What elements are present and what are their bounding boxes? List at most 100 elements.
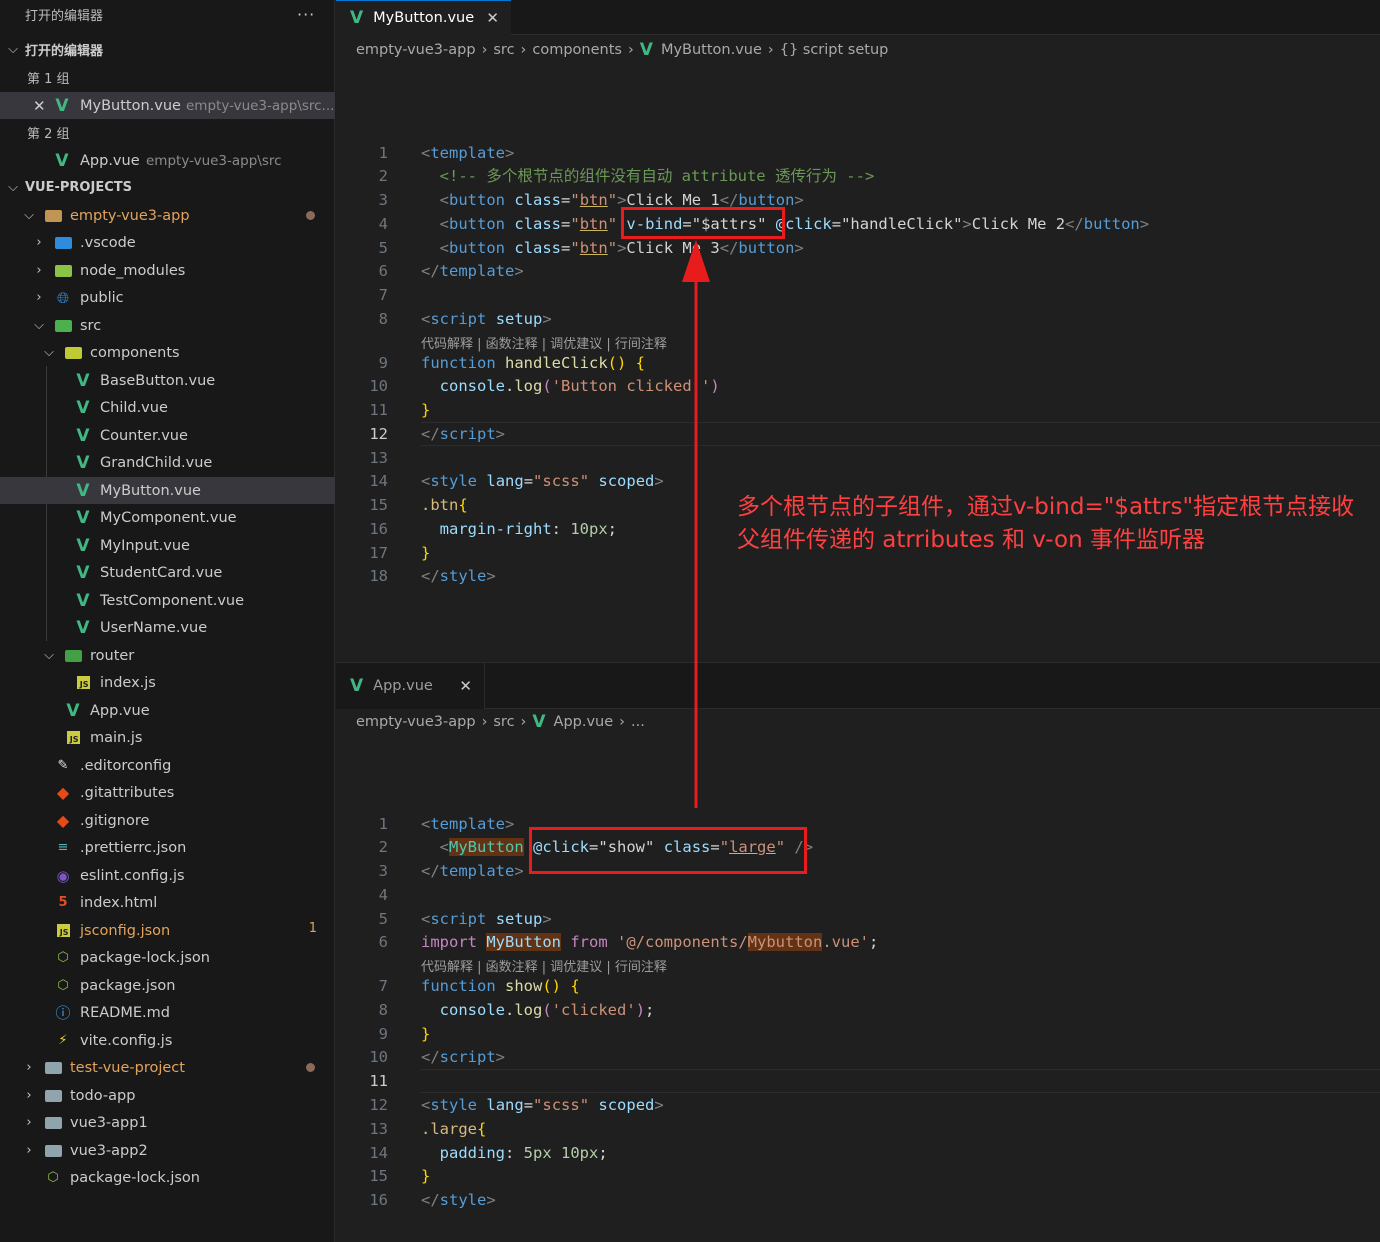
tree-file-eslint[interactable]: ◉ eslint.config.js xyxy=(0,862,335,889)
vue-projects-header[interactable]: ⌵ VUE-PROJECTS xyxy=(0,174,335,201)
breadcrumb-item[interactable]: App.vue xyxy=(554,714,614,730)
tree-folder-components[interactable]: ⌵ components xyxy=(0,339,335,366)
tree-file-mybutton[interactable]: V MyButton.vue xyxy=(0,477,335,504)
code-text: </style> xyxy=(421,567,496,585)
code-line[interactable]: 12 <style lang="scss" scoped> xyxy=(336,1093,1380,1117)
code-line[interactable]: 2 <MyButton @click="show" class="large" … xyxy=(336,835,1380,859)
close-icon[interactable]: ✕ xyxy=(459,677,472,695)
code-line[interactable]: 2 <!-- 多个根节点的组件没有自动 attribute 透传行为 --> xyxy=(336,164,1380,188)
code-line[interactable]: 6 </template> xyxy=(336,259,1380,283)
tree-label: .vscode xyxy=(80,234,136,251)
code-line[interactable]: 10 console.log('Button clicked!') xyxy=(336,374,1380,398)
tree-folder-router[interactable]: ⌵ router xyxy=(0,642,335,669)
tree-label: TestComponent.vue xyxy=(100,592,245,609)
tree-file-child[interactable]: V Child.vue xyxy=(0,394,335,421)
code-line[interactable]: 16 </style> xyxy=(336,1188,1380,1212)
close-icon[interactable]: ✕ xyxy=(33,97,46,115)
tab-mybutton[interactable]: V MyButton.vue ✕ xyxy=(336,0,511,35)
code-line[interactable]: 9} xyxy=(336,1022,1380,1046)
code-line[interactable]: 9 function handleClick() { xyxy=(336,351,1380,375)
code-line[interactable]: 13 .large{ xyxy=(336,1117,1380,1141)
code-line[interactable]: 3 </template> xyxy=(336,859,1380,883)
code-lens[interactable]: 代码解释 | 函数注释 | 调优建议 | 行间注释 xyxy=(421,956,667,976)
breadcrumb-item[interactable]: ... xyxy=(631,714,645,730)
tree-file-grandchild[interactable]: V GrandChild.vue xyxy=(0,449,335,476)
code-line[interactable]: 13 xyxy=(336,446,1380,470)
code-line[interactable]: 10 </script> xyxy=(336,1045,1380,1069)
code-line[interactable]: 4 xyxy=(336,883,1380,907)
tree-file-username[interactable]: V UserName.vue xyxy=(0,614,335,641)
tree-folder-vscode[interactable]: › .vscode xyxy=(0,229,335,256)
tree-file-mycomponent[interactable]: V MyComponent.vue xyxy=(0,504,335,531)
code-line[interactable]: 11 xyxy=(336,1069,1380,1093)
breadcrumb-item[interactable]: empty-vue3-app xyxy=(356,714,476,730)
tree-file-index-js[interactable]: JS index.js xyxy=(0,669,335,696)
tree-file-prettierrc[interactable]: ≡ .prettierrc.json xyxy=(0,834,335,861)
code-line[interactable]: 1 <template> xyxy=(336,812,1380,836)
tree-folder-node-modules[interactable]: › node_modules xyxy=(0,257,335,284)
code-line[interactable]: 3 <button class="btn">Click Me 1</button… xyxy=(336,188,1380,212)
code-line[interactable]: 8 console.log('clicked'); xyxy=(336,998,1380,1022)
tree-folder-vue3-app1[interactable]: › vue3-app1 xyxy=(0,1109,335,1136)
tree-file-testcomponent[interactable]: V TestComponent.vue xyxy=(0,587,335,614)
ellipsis-icon[interactable]: ··· xyxy=(297,5,315,24)
tree-file-jsconfig[interactable]: JS jsconfig.json 1 xyxy=(0,917,335,944)
code-line[interactable]: 18 </style> xyxy=(336,564,1380,588)
modified-dot-icon xyxy=(306,1063,315,1072)
code-lens[interactable]: 代码解释 | 函数注释 | 调优建议 | 行间注释 xyxy=(421,333,667,353)
tree-folder-public[interactable]: › 🌐︎ public xyxy=(0,284,335,311)
code-line[interactable]: 4 <button class="btn" v-bind="$attrs" @c… xyxy=(336,212,1380,236)
code-line[interactable]: 8 <script setup> xyxy=(336,307,1380,331)
tree-file-index-html[interactable]: 5 index.html xyxy=(0,889,335,916)
code-line[interactable]: 7 xyxy=(336,283,1380,307)
tree-file-studentcard[interactable]: V StudentCard.vue xyxy=(0,559,335,586)
code-line[interactable]: 7 function show() { xyxy=(336,974,1380,998)
open-editors-header[interactable]: ⌵ 打开的编辑器 xyxy=(0,36,335,63)
tree-file-package-json[interactable]: ⬡ package.json xyxy=(0,972,335,999)
breadcrumb-item[interactable]: src xyxy=(493,714,514,730)
tree-file-basebutton[interactable]: V BaseButton.vue xyxy=(0,367,335,394)
code-line[interactable]: 5 <button class="btn">Click Me 3</button… xyxy=(336,236,1380,260)
tree-folder-todo-app[interactable]: › todo-app xyxy=(0,1082,335,1109)
tree-file-gitattributes[interactable]: ◆ .gitattributes xyxy=(0,779,335,806)
code-line[interactable]: 14 <style lang="scss" scoped> xyxy=(336,469,1380,493)
code-line[interactable]: 6 import MyButton from '@/components/Mybu… xyxy=(336,930,1380,954)
breadcrumb-item[interactable]: empty-vue3-app xyxy=(356,42,476,58)
tab-app[interactable]: V App.vue ✕ xyxy=(336,663,485,709)
code-line[interactable]: 12 </script> xyxy=(336,422,1380,446)
tree-label: eslint.config.js xyxy=(80,867,185,884)
tree-file-myinput[interactable]: V MyInput.vue xyxy=(0,532,335,559)
close-icon[interactable]: ✕ xyxy=(486,9,499,27)
breadcrumb-item[interactable]: components xyxy=(532,42,622,58)
tree-folder-vue3-app2[interactable]: › vue3-app2 xyxy=(0,1137,335,1164)
code-line[interactable]: 14 padding: 5px 10px; xyxy=(336,1141,1380,1165)
breadcrumb-item[interactable]: MyButton.vue xyxy=(661,42,762,58)
tree-file-root-package-lock[interactable]: ⬡ package-lock.json xyxy=(0,1164,335,1191)
tree-label: BaseButton.vue xyxy=(100,372,216,389)
tree-file-readme[interactable]: ⓘ README.md xyxy=(0,999,335,1026)
tree-file-main-js[interactable]: JS main.js xyxy=(0,724,335,751)
breadcrumb-item[interactable]: {} script setup xyxy=(780,42,889,58)
open-editor-mybutton[interactable]: ✕ V MyButton.vue empty-vue3-app\src... xyxy=(0,92,335,119)
open-editor-app[interactable]: V App.vue empty-vue3-app\src xyxy=(0,147,335,174)
tree-label: components xyxy=(90,344,180,361)
tree-file-vite-config[interactable]: ⚡︎ vite.config.js xyxy=(0,1027,335,1054)
tree-file-app-vue[interactable]: V App.vue xyxy=(0,697,335,724)
code-line[interactable]: 5 <script setup> xyxy=(336,907,1380,931)
breadcrumb: empty-vue3-app › src › V App.vue › ... xyxy=(356,711,645,733)
tree-label: router xyxy=(90,647,135,664)
tree-file-package-lock[interactable]: ⬡ package-lock.json xyxy=(0,944,335,971)
tree-label: package-lock.json xyxy=(70,1169,200,1186)
tree-folder-empty-vue3-app[interactable]: ⌵ empty-vue3-app xyxy=(0,202,335,229)
breadcrumb-item[interactable]: src xyxy=(493,42,514,58)
info-icon: ⓘ xyxy=(55,1004,71,1022)
tree-file-counter[interactable]: V Counter.vue xyxy=(0,422,335,449)
code-line[interactable]: 15} xyxy=(336,1164,1380,1188)
tree-folder-test-vue-project[interactable]: › test-vue-project xyxy=(0,1054,335,1081)
tree-folder-src[interactable]: ⌵ src xyxy=(0,312,335,339)
code-line[interactable]: 1 <template> xyxy=(336,141,1380,165)
tree-file-gitignore[interactable]: ◆ .gitignore xyxy=(0,807,335,834)
tree-file-editorconfig[interactable]: ✎ .editorconfig xyxy=(0,752,335,779)
bottom-editor-pane: V App.vue ✕ empty-vue3-app › src › V App… xyxy=(336,663,1380,1242)
code-line[interactable]: 11} xyxy=(336,398,1380,422)
